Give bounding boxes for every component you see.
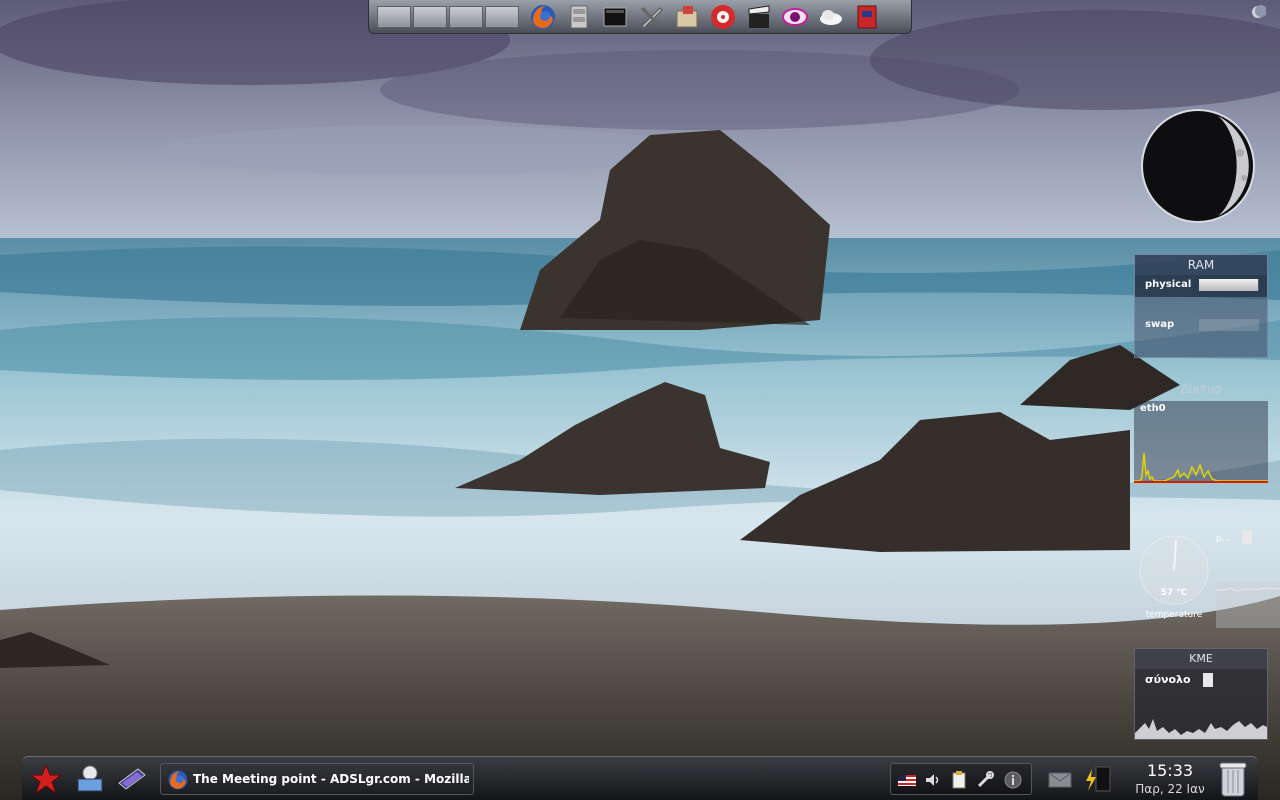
us-flag-icon[interactable] — [897, 770, 917, 790]
system-monitor-icon[interactable] — [74, 763, 106, 795]
system-tray — [890, 763, 1032, 795]
temperature-title: Θερμοκρασία — [1160, 506, 1242, 520]
network-interface-label: eth0 — [1140, 403, 1166, 414]
weather-icon[interactable] — [817, 3, 845, 31]
bottom-panel: The Meeting point - ADSLgr.com - Mozilla… — [22, 756, 1258, 800]
mail-icon[interactable] — [1044, 763, 1076, 795]
virtual-desktop-2[interactable] — [413, 6, 447, 28]
eye-icon[interactable] — [781, 3, 809, 31]
settings-tools-icon[interactable] — [637, 3, 665, 31]
terminal-icon[interactable] — [601, 3, 629, 31]
cpu-load-graph — [1135, 719, 1267, 739]
clock-time: 15:33 — [1146, 761, 1194, 780]
ram-swap-label: swap — [1145, 319, 1175, 330]
ram-monitor: RAM physical swap — [1134, 254, 1268, 358]
show-desktop-icon[interactable] — [116, 763, 148, 795]
taskbar-task-firefox[interactable]: The Meeting point - ADSLgr.com - Mozilla… — [160, 763, 474, 795]
firefox-icon — [168, 770, 188, 790]
file-cabinet-icon[interactable] — [565, 3, 593, 31]
temperature-history-graph — [1216, 582, 1280, 628]
corner-moon-icon[interactable] — [1250, 4, 1266, 20]
temperature-label: temperature — [1145, 610, 1203, 620]
temperature-monitor: Θερμοκρασία 57 °C temperature p... — [1134, 506, 1280, 630]
ram-swap-row: swap — [1135, 315, 1267, 337]
temperature-color-swatch — [1242, 530, 1252, 544]
moon-phase-icon — [1141, 109, 1255, 223]
top-dock — [368, 0, 912, 34]
power-battery-icon[interactable] — [1082, 763, 1114, 795]
cpu-color-swatch — [1203, 673, 1213, 687]
temperature-value: 57 °C — [1160, 588, 1188, 598]
trash-icon[interactable] — [1216, 760, 1250, 798]
volume-icon[interactable] — [923, 770, 943, 790]
network-tool-icon[interactable] — [975, 770, 995, 790]
clock[interactable]: 15:33 Παρ, 22 Ιαν — [1126, 761, 1214, 797]
taskbar-task-title: The Meeting point - ADSLgr.com - Mozilla… — [193, 772, 469, 786]
cpu-total-label: σύνολο — [1145, 673, 1191, 686]
virtual-desktop-3[interactable] — [449, 6, 483, 28]
ram-physical-row: physical — [1135, 275, 1267, 297]
cpu-title: KME — [1135, 649, 1267, 669]
clipboard-icon[interactable] — [949, 770, 969, 790]
network-title: Δίκτυο — [1180, 382, 1222, 396]
ram-physical-bar — [1199, 279, 1258, 291]
ram-title: RAM — [1135, 255, 1267, 275]
cpu-monitor: KME σύνολο — [1134, 648, 1268, 740]
desktop-wallpaper — [0, 0, 1280, 800]
clock-date: Παρ, 22 Ιαν — [1135, 782, 1205, 796]
ram-physical-label: physical — [1145, 279, 1192, 290]
network-monitor: Δίκτυο eth0 — [1134, 379, 1268, 483]
firefox-icon[interactable] — [529, 3, 557, 31]
video-editor-icon[interactable] — [745, 3, 773, 31]
network-traffic-graph — [1134, 452, 1268, 483]
package-installer-icon[interactable] — [673, 3, 701, 31]
media-player-icon[interactable] — [709, 3, 737, 31]
temperature-sensor-label: p... — [1216, 534, 1231, 544]
virtual-desktop-1[interactable] — [377, 6, 411, 28]
application-menu-star-icon[interactable] — [30, 763, 62, 795]
info-icon[interactable] — [1003, 770, 1023, 790]
virtual-desktop-4[interactable] — [485, 6, 519, 28]
dictionary-icon[interactable] — [853, 3, 881, 31]
